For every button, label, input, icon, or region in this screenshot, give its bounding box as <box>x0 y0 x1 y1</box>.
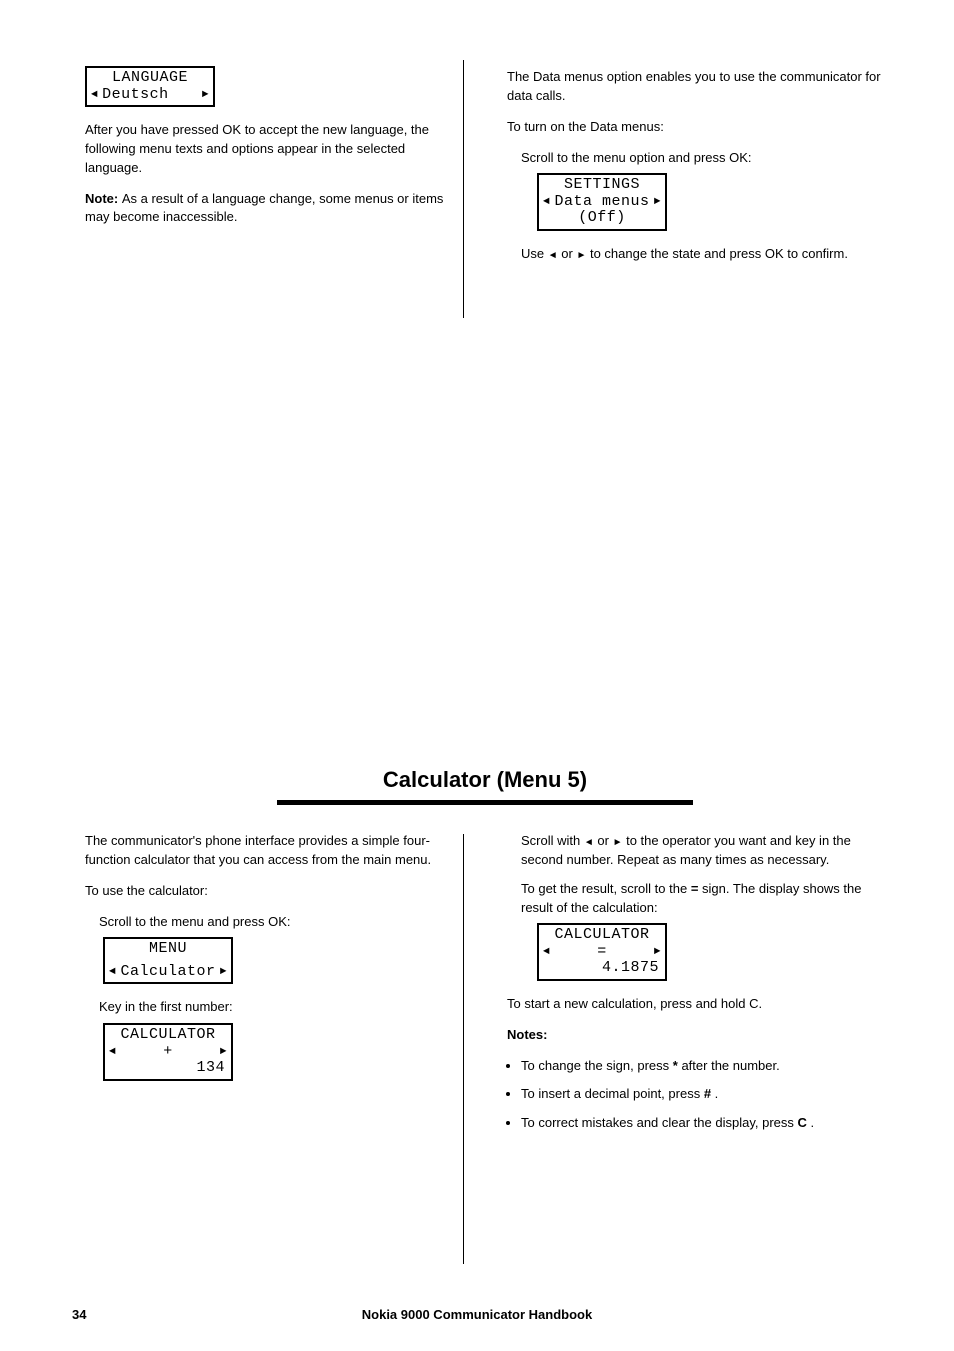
heading-rule <box>277 800 693 805</box>
lcd-value: Deutsch <box>98 87 202 104</box>
section-heading: Calculator (Menu 5) <box>85 764 885 796</box>
note-text: As a result of a language change, some m… <box>85 191 443 225</box>
right-arrow-icon: ► <box>613 837 623 848</box>
list-item: To insert a decimal point, press # . <box>521 1085 885 1104</box>
top-right-column: The Data menus option enables you to use… <box>507 60 885 274</box>
list-item: Key in the first number: CALCULATOR ◄ + … <box>99 998 463 1080</box>
top-left-column: LANGUAGE ◄ Deutsch ► After you have pres… <box>85 60 463 274</box>
paragraph: The Data menus option enables you to use… <box>507 68 885 106</box>
right-arrow-icon: ► <box>220 966 227 978</box>
step-text: To get the result, scroll to the <box>521 881 691 896</box>
note-paragraph: Note: As a result of a language change, … <box>85 190 463 228</box>
note-text: after the number. <box>681 1058 779 1073</box>
note-text: . <box>811 1115 815 1130</box>
step-text: Scroll with <box>521 833 584 848</box>
lcd-calculator-entry: CALCULATOR ◄ + ► 134 <box>103 1023 233 1081</box>
lcd-value: Calculator <box>120 964 215 981</box>
step-text: Scroll to the menu and press OK: <box>99 914 290 929</box>
bottom-left-column: The communicator's phone interface provi… <box>85 832 463 1143</box>
bottom-section: The communicator's phone interface provi… <box>85 832 885 1143</box>
note-text: . <box>715 1086 719 1101</box>
lcd-title: MENU <box>109 941 227 958</box>
equals-sign: = <box>691 881 699 896</box>
top-section: LANGUAGE ◄ Deutsch ► After you have pres… <box>85 60 885 274</box>
step-text: Use <box>521 246 548 261</box>
list-item: Scroll to the menu option and press OK: … <box>521 149 885 231</box>
c-key-icon: C <box>798 1115 807 1130</box>
list-item: To change the sign, press * after the nu… <box>521 1057 885 1076</box>
notes-list: To change the sign, press * after the nu… <box>507 1057 885 1134</box>
left-arrow-icon: ◄ <box>109 1046 116 1058</box>
step-text: Scroll to the menu option and press OK: <box>521 150 752 165</box>
lcd-value: 134 <box>109 1060 227 1077</box>
column-divider <box>463 60 464 318</box>
right-arrow-icon: ► <box>654 946 661 958</box>
paragraph: To use the calculator: <box>85 882 463 901</box>
note-text: To correct mistakes and clear the displa… <box>521 1115 798 1130</box>
paragraph: To start a new calculation, press and ho… <box>507 995 885 1014</box>
list-item: Scroll to the menu and press OK: MENU ◄ … <box>99 913 463 985</box>
star-key-icon: * <box>673 1058 678 1073</box>
right-arrow-icon: ► <box>576 250 586 261</box>
paragraph: After you have pressed OK to accept the … <box>85 121 463 178</box>
list-item: To correct mistakes and clear the displa… <box>521 1114 885 1133</box>
left-arrow-icon: ◄ <box>109 966 116 978</box>
lcd-menu-calculator: MENU ◄ Calculator ► <box>103 937 233 984</box>
right-arrow-icon: ► <box>220 1046 227 1058</box>
lcd-operator: + <box>163 1044 173 1061</box>
lcd-title: SETTINGS <box>543 177 661 194</box>
note-text: To insert a decimal point, press <box>521 1086 704 1101</box>
steps-list: Scroll to the menu option and press OK: … <box>507 149 885 264</box>
left-arrow-icon: ◄ <box>91 89 98 101</box>
step-text: or <box>561 246 576 261</box>
list-item: To get the result, scroll to the = sign.… <box>521 880 885 981</box>
lcd-title: LANGUAGE <box>91 70 209 87</box>
steps-list: Scroll with ◄ or ► to the operator you w… <box>507 832 885 981</box>
note-label: Note: <box>85 191 122 206</box>
lcd-operator: = <box>597 944 607 961</box>
lcd-state: (Off) <box>543 210 661 227</box>
lcd-calculator-result: CALCULATOR ◄ = ► 4.1875 <box>537 923 667 981</box>
column-divider <box>463 834 464 1264</box>
lcd-value: Data menus <box>554 194 649 211</box>
right-arrow-icon: ► <box>202 89 209 101</box>
step-text: Key in the first number: <box>99 999 233 1014</box>
notes-label: Notes: <box>507 1027 547 1042</box>
hash-key-icon: # <box>704 1086 711 1101</box>
left-arrow-icon: ◄ <box>543 946 550 958</box>
left-arrow-icon: ◄ <box>543 196 550 208</box>
manual-page: LANGUAGE ◄ Deutsch ► After you have pres… <box>0 0 954 1351</box>
section-heading-block: Calculator (Menu 5) <box>85 764 885 813</box>
step-text: to change the state and press OK to conf… <box>590 246 848 261</box>
bottom-right-column: Scroll with ◄ or ► to the operator you w… <box>507 832 885 1143</box>
paragraph: The communicator's phone interface provi… <box>85 832 463 870</box>
lcd-settings-datamenus: SETTINGS ◄ Data menus ► (Off) <box>537 173 667 231</box>
notes-heading: Notes: <box>507 1026 885 1045</box>
lcd-title: CALCULATOR <box>109 1027 227 1044</box>
note-text: To change the sign, press <box>521 1058 673 1073</box>
steps-list: Scroll to the menu and press OK: MENU ◄ … <box>85 913 463 1081</box>
step-text: or <box>597 833 612 848</box>
list-item: Scroll with ◄ or ► to the operator you w… <box>521 832 885 870</box>
lcd-language: LANGUAGE ◄ Deutsch ► <box>85 66 215 107</box>
left-arrow-icon: ◄ <box>548 250 558 261</box>
lcd-title: CALCULATOR <box>543 927 661 944</box>
list-item: Use ◄ or ► to change the state and press… <box>521 245 885 264</box>
left-arrow-icon: ◄ <box>584 837 594 848</box>
right-arrow-icon: ► <box>654 196 661 208</box>
lcd-value: 4.1875 <box>543 960 661 977</box>
paragraph: To turn on the Data menus: <box>507 118 885 137</box>
book-title: Nokia 9000 Communicator Handbook <box>0 1306 954 1325</box>
